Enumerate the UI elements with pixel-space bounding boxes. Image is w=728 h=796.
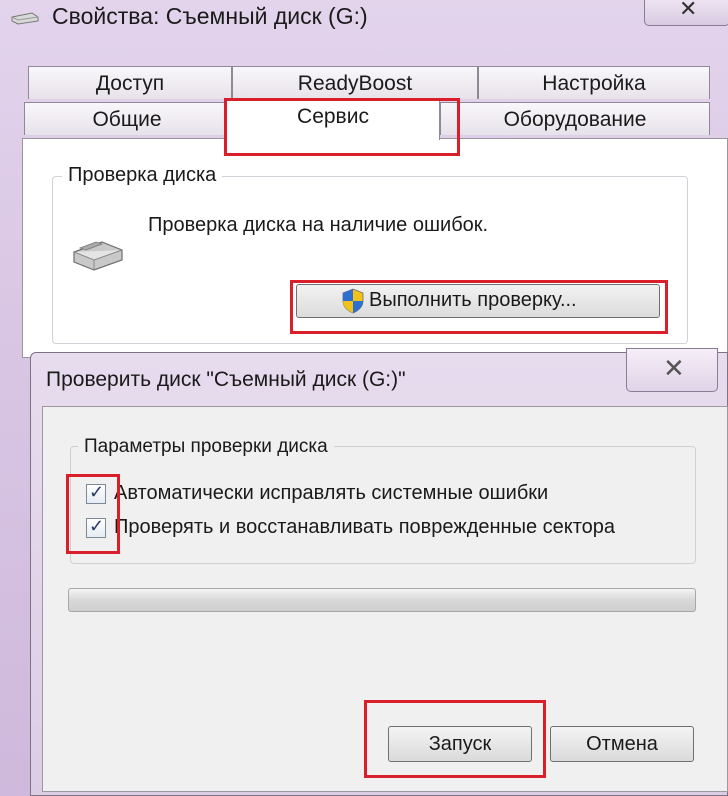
scan-sectors-label: Проверять и восстанавливать поврежденные… <box>114 516 616 538</box>
scan-sectors-checkbox[interactable]: ✓ <box>86 516 106 538</box>
checkmark-icon: ✓ <box>89 482 105 502</box>
tab-settings[interactable]: Настройка <box>478 66 710 99</box>
auto-fix-checkbox[interactable]: ✓ <box>86 482 106 504</box>
dialog-title: Проверить диск "Съемный диск (G:)" <box>46 368 406 391</box>
tab-hardware[interactable]: Оборудование <box>440 102 710 135</box>
title-bar: Свойства: Съемный диск (G:) <box>0 0 728 38</box>
disk-check-group-label: Проверка диска <box>62 164 223 187</box>
drive-icon <box>11 12 39 25</box>
auto-fix-label: Автоматически исправлять системные ошибк… <box>114 482 549 504</box>
checkmark-icon: ✓ <box>89 516 105 536</box>
close-button[interactable]: ✕ <box>644 0 728 26</box>
tab-readyboost[interactable]: ReadyBoost <box>232 66 478 99</box>
tab-service[interactable]: Сервис <box>226 98 440 140</box>
dialog-close-button[interactable]: ✕ <box>626 348 718 392</box>
close-icon: ✕ <box>679 0 698 21</box>
removable-drive-icon <box>73 241 123 271</box>
disk-check-group <box>52 176 688 344</box>
check-options-group-label: Параметры проверки диска <box>78 436 334 458</box>
tab-access[interactable]: Доступ <box>28 66 232 99</box>
run-check-button-label: Выполнить проверку... <box>369 289 577 311</box>
cancel-button[interactable]: Отмена <box>550 726 694 762</box>
start-button[interactable]: Запуск <box>388 726 532 762</box>
run-check-button[interactable]: Выполнить проверку... <box>296 284 660 318</box>
check-progress-bar <box>68 588 696 612</box>
uac-shield-icon <box>342 288 364 314</box>
tab-general[interactable]: Общие <box>24 102 230 135</box>
check-options-group <box>70 446 696 564</box>
window-title: Свойства: Съемный диск (G:) <box>52 3 368 29</box>
close-icon: ✕ <box>663 353 685 383</box>
disk-check-description: Проверка диска на наличие ошибок. <box>148 214 489 236</box>
